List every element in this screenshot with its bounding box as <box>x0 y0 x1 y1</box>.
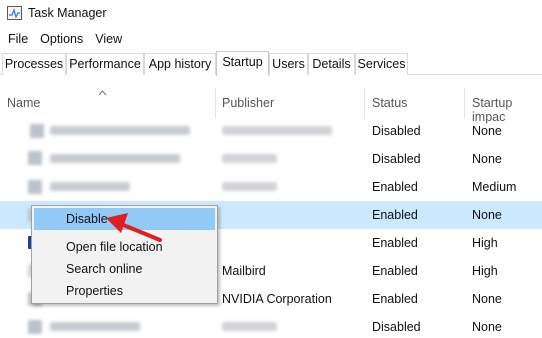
annotation-arrow-icon <box>106 213 162 242</box>
